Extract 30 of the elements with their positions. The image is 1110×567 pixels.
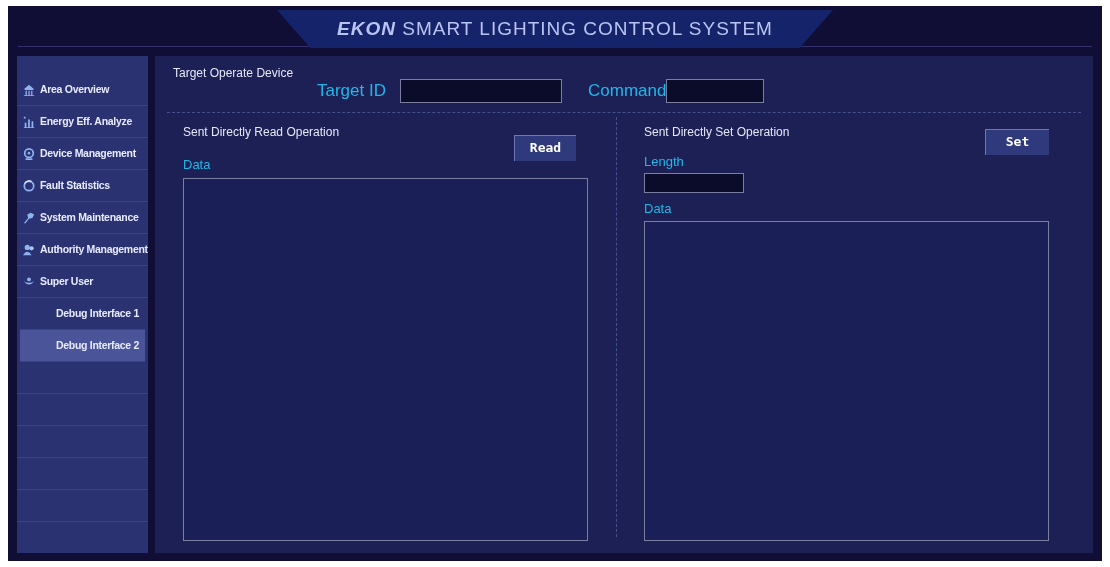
field-label: Length (644, 152, 685, 171)
read-button[interactable]: Read (514, 134, 576, 161)
field-label: Data (183, 155, 212, 174)
menu-icon (23, 83, 35, 96)
nav-item[interactable]: Authority Management (17, 234, 148, 266)
read-data-field[interactable] (183, 178, 588, 541)
field-label: Target ID (317, 80, 386, 102)
field-label: Data (644, 200, 673, 218)
menu-icon (23, 211, 35, 224)
nav-item[interactable]: Super User (17, 266, 148, 298)
nav-item[interactable]: Energy Eff. Analyze (17, 106, 148, 138)
nav-item[interactable]: System Maintenance (17, 202, 148, 234)
command-field[interactable] (666, 78, 765, 103)
section-title: Sent Directly Set Operation (644, 123, 790, 141)
menu-icon (23, 243, 35, 256)
nav-item[interactable]: Debug Interface 2 (20, 330, 145, 362)
length-field[interactable] (644, 173, 744, 193)
app-title: EKON SMART LIGHTING CONTROL SYSTEM (337, 16, 773, 41)
menu-icon (23, 179, 35, 192)
nav-item[interactable]: Fault Statistics (17, 170, 148, 202)
field-label: Command (588, 80, 667, 102)
set-button[interactable]: Set (985, 128, 1049, 155)
menu-icon (23, 147, 35, 160)
menu-icon (23, 115, 35, 128)
section-title: Sent Directly Read Operation (183, 123, 340, 141)
nav-item[interactable]: Device Management (17, 138, 148, 170)
section-title: Target Operate Device (172, 65, 294, 82)
set-data-field[interactable] (644, 220, 1049, 541)
nav-item[interactable]: Area Overview (17, 74, 148, 106)
target-id-field[interactable] (400, 78, 562, 103)
